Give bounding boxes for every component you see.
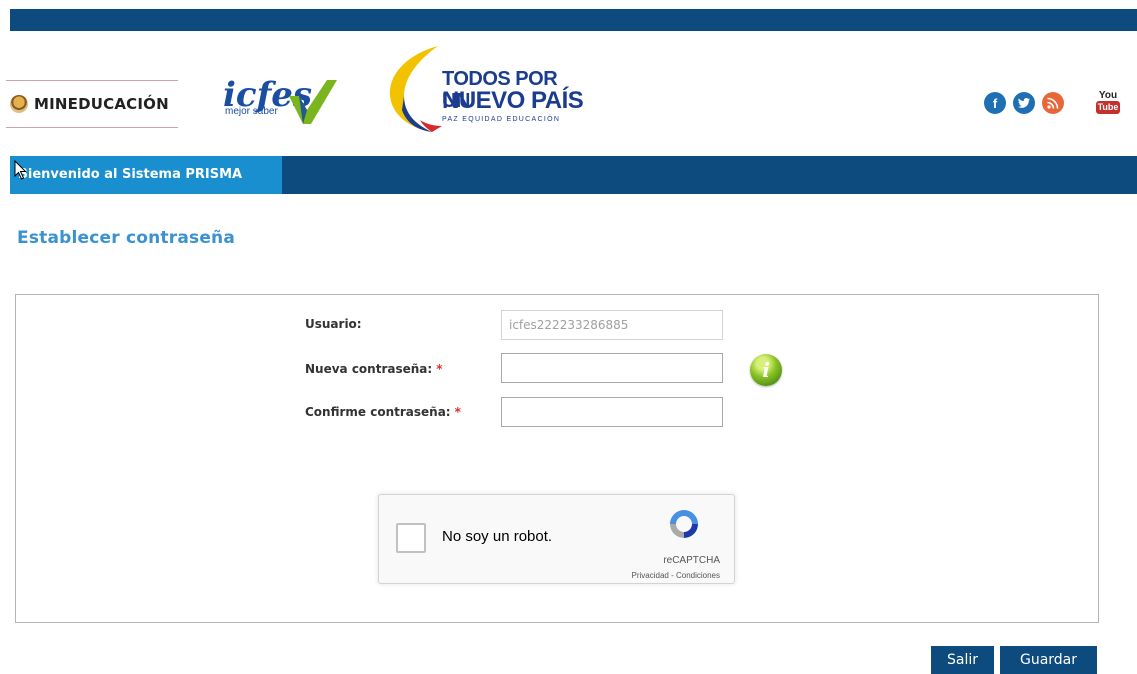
icfes-logo[interactable]: icfes mejor saber xyxy=(223,76,343,126)
recaptcha-logo-icon xyxy=(670,510,698,538)
recaptcha-widget: No soy un robot. reCAPTCHA Privacidad - … xyxy=(378,494,735,584)
facebook-icon[interactable]: f xyxy=(984,92,1006,114)
required-asterisk: * xyxy=(454,405,461,419)
top-bar xyxy=(10,9,1137,31)
nueva-contrasena-label: Nueva contraseña: * xyxy=(305,362,443,376)
nueva-contrasena-input[interactable] xyxy=(501,353,723,383)
recaptcha-brand: reCAPTCHA xyxy=(663,555,720,566)
recaptcha-label: No soy un robot. xyxy=(442,528,553,545)
nav-tab-welcome[interactable]: Bienvenido al Sistema PRISMA xyxy=(10,156,282,194)
usuario-label: Usuario: xyxy=(305,317,362,331)
recaptcha-links[interactable]: Privacidad - Condiciones xyxy=(632,571,721,580)
rss-icon[interactable] xyxy=(1042,92,1064,114)
todos-line3: PAZ EQUIDAD EDUCACIÓN xyxy=(442,116,561,123)
twitter-icon[interactable] xyxy=(1013,92,1035,114)
youtube-icon[interactable]: You Tube xyxy=(1096,90,1120,116)
todos-por-un-nuevo-pais-logo[interactable]: TODOS POR UN NUEVO PAÍS PAZ EQUIDAD EDUC… xyxy=(386,44,586,134)
usuario-field: icfes222233286885 xyxy=(501,310,723,340)
salir-button[interactable]: Salir xyxy=(931,646,994,674)
todos-swoosh-icon xyxy=(389,46,442,132)
confirme-contrasena-input[interactable] xyxy=(501,397,723,427)
guardar-button[interactable]: Guardar xyxy=(1000,646,1097,674)
checkmark-icon xyxy=(289,80,337,124)
mineducacion-label: MINEDUCACIÓN xyxy=(34,95,169,113)
page-title: Establecer contraseña xyxy=(17,228,236,248)
info-icon[interactable]: i xyxy=(750,354,782,386)
todos-line2: NUEVO PAÍS xyxy=(442,87,584,114)
colombia-seal-icon xyxy=(10,95,28,113)
icfes-tagline: mejor saber xyxy=(225,106,278,117)
mineducacion-logo[interactable]: MINEDUCACIÓN xyxy=(6,80,178,128)
mouse-cursor-icon xyxy=(14,160,27,180)
required-asterisk: * xyxy=(436,362,443,376)
confirme-contrasena-label: Confirme contraseña: * xyxy=(305,405,461,419)
recaptcha-checkbox[interactable] xyxy=(396,523,426,553)
